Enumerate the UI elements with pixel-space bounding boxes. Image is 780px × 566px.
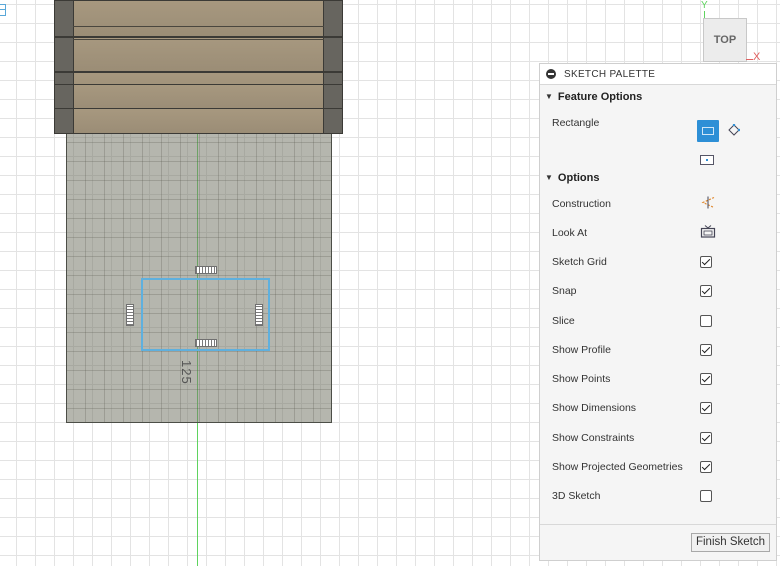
option-checkbox[interactable] — [700, 402, 712, 415]
option-row-sketch-grid: Sketch Grid — [540, 248, 776, 277]
viewcube[interactable]: Y TOP X — [696, 0, 780, 65]
palette-header[interactable]: SKETCH PALETTE — [540, 64, 776, 85]
option-row-look-at: Look At — [540, 218, 776, 247]
checkbox-checked[interactable] — [700, 285, 712, 298]
options-label: Options — [557, 171, 600, 184]
option-label: Look At — [552, 226, 588, 239]
two-point-rectangle-icon[interactable] — [697, 120, 719, 142]
plank[interactable] — [54, 84, 343, 110]
sketch-dimension-label[interactable]: 125 — [179, 360, 194, 400]
options-section[interactable]: ▼ Options — [540, 166, 776, 189]
palette-footer: Finish Sketch — [540, 524, 776, 560]
checkbox-checked[interactable] — [700, 402, 712, 415]
option-checkbox[interactable] — [700, 431, 712, 444]
option-label: Show Dimensions — [552, 402, 637, 415]
construction-icon[interactable] — [700, 195, 716, 212]
checkbox-unchecked[interactable] — [700, 490, 712, 503]
option-row-show-points: Show Points — [540, 365, 776, 394]
rectangle-label: Rectangle — [552, 117, 600, 129]
option-row-show-dimensions: Show Dimensions — [540, 394, 776, 423]
center-rectangle-icon[interactable] — [700, 155, 714, 165]
triangle-down-icon: ▼ — [545, 92, 553, 101]
model-plank-stack[interactable] — [54, 0, 343, 134]
checkbox-checked[interactable] — [700, 256, 712, 269]
sketch-palette: SKETCH PALETTE ▼ Feature Options Rectang… — [539, 63, 777, 561]
option-checkbox[interactable] — [700, 343, 712, 356]
option-label: Show Constraints — [552, 431, 635, 444]
option-row-show-projected-geometries: Show Projected Geometries — [540, 452, 776, 481]
option-label: Show Profile — [552, 343, 611, 356]
option-label: Construction — [552, 197, 611, 210]
option-label: 3D Sketch — [552, 490, 601, 503]
plank[interactable] — [54, 108, 343, 134]
rectangle-row: Rectangle — [540, 108, 776, 138]
plank[interactable] — [54, 37, 343, 72]
option-checkbox[interactable] — [700, 460, 712, 473]
x-axis-indicator — [746, 59, 753, 60]
option-row-construction: Construction — [540, 189, 776, 218]
checkbox-checked[interactable] — [700, 343, 712, 356]
checkbox-checked[interactable] — [700, 373, 712, 386]
vertical-constraint-icon[interactable] — [255, 304, 263, 326]
option-checkbox[interactable] — [700, 373, 712, 386]
look-at-icon[interactable] — [700, 224, 716, 241]
option-checkbox[interactable] — [700, 256, 712, 269]
collapse-icon[interactable] — [546, 69, 556, 79]
horizontal-constraint-icon[interactable] — [195, 339, 217, 347]
horizontal-constraint-icon[interactable] — [195, 266, 217, 274]
three-point-rectangle-icon[interactable] — [728, 124, 740, 136]
option-row-show-profile: Show Profile — [540, 335, 776, 364]
plank[interactable] — [54, 0, 343, 37]
option-row-show-constraints: Show Constraints — [540, 423, 776, 452]
viewcube-y-label: Y — [701, 0, 708, 11]
checkbox-checked[interactable] — [700, 431, 712, 444]
viewcube-top-face[interactable]: TOP — [703, 18, 747, 62]
option-checkbox[interactable] — [700, 314, 712, 327]
option-label: Sketch Grid — [552, 256, 607, 269]
options-list: Construction Look At Sketch Grid Snap Slice S… — [540, 189, 776, 511]
vertical-constraint-icon[interactable] — [126, 304, 134, 326]
origin-icon — [0, 4, 6, 16]
palette-title: SKETCH PALETTE — [564, 68, 656, 80]
option-label: Show Points — [552, 373, 611, 386]
viewcube-x-label: X — [753, 51, 761, 63]
checkbox-unchecked[interactable] — [700, 314, 712, 327]
feature-options-section[interactable]: ▼ Feature Options — [540, 85, 776, 108]
option-label: Slice — [552, 314, 575, 327]
option-row-3d-sketch: 3D Sketch — [540, 482, 776, 511]
feature-options-label: Feature Options — [557, 90, 643, 103]
finish-sketch-button[interactable]: Finish Sketch — [690, 533, 770, 552]
option-checkbox[interactable] — [700, 490, 712, 503]
option-row-snap: Snap — [540, 277, 776, 306]
option-label: Snap — [552, 285, 577, 298]
checkbox-checked[interactable] — [700, 460, 712, 473]
option-row-slice: Slice — [540, 306, 776, 335]
triangle-down-icon: ▼ — [545, 173, 553, 182]
option-label: Show Projected Geometries — [552, 460, 683, 473]
option-checkbox[interactable] — [700, 285, 712, 298]
